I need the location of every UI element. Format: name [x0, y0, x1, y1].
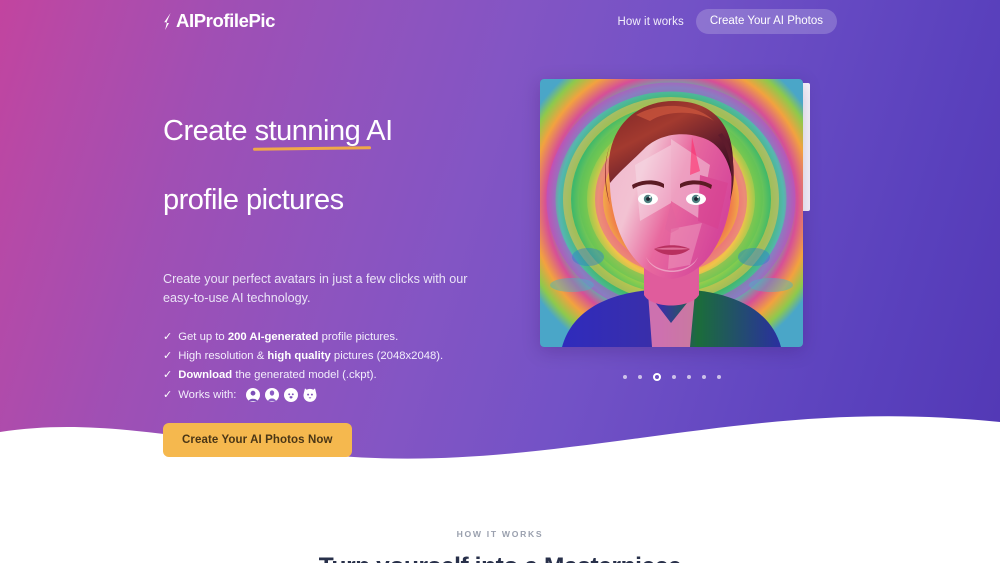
feature-text: Get up to 200 AI-generated profile pictu… — [178, 331, 399, 344]
check-icon: ✓ — [163, 349, 173, 362]
carousel-dot[interactable] — [637, 375, 642, 379]
slash-spark-icon — [163, 12, 173, 31]
cat-avatar-icon — [303, 388, 317, 403]
check-icon: ✓ — [163, 368, 173, 381]
feature-list: ✓ Get up to 200 AI-generated profile pic… — [163, 331, 508, 403]
carousel-slide-active[interactable] — [540, 79, 803, 347]
list-item: ✓ High resolution & high quality picture… — [163, 350, 508, 362]
woman-avatar-icon — [265, 388, 280, 403]
top-navigation: AIProfilePic How it works Create Your AI… — [0, 0, 1000, 42]
headline-line-1: Create stunning AI — [163, 114, 508, 148]
headline-prefix: Create — [163, 115, 255, 148]
hero-subtitle: Create your perfect avatars in just a fe… — [163, 272, 468, 305]
hero-section: AIProfilePic How it works Create Your AI… — [0, 0, 1000, 470]
site-logo-text: AIProfilePic — [176, 10, 276, 31]
ai-portrait-image — [540, 79, 803, 347]
section-title: Turn yourself into a Masterpiece — [0, 553, 1000, 563]
headline-line-2: profile pictures — [163, 183, 344, 216]
feature-text: Download the generated model (.ckpt). — [178, 369, 377, 382]
list-item: ✓ Download the generated model (.ckpt). — [163, 369, 508, 381]
headline-suffix: AI — [360, 115, 393, 148]
dog-avatar-icon — [284, 388, 299, 403]
check-icon: ✓ — [163, 388, 173, 401]
man-avatar-icon — [246, 388, 261, 403]
nav-link-how-it-works[interactable]: How it works — [617, 16, 683, 28]
carousel-dot[interactable] — [671, 375, 676, 379]
nav-create-photos-button[interactable]: Create Your AI Photos — [695, 9, 837, 34]
nav-actions: How it works Create Your AI Photos — [617, 9, 837, 34]
feature-text: Works with: — [178, 389, 237, 402]
page-title: Create stunning AI profile pictures — [163, 80, 508, 251]
check-icon: ✓ — [163, 330, 173, 343]
site-logo[interactable]: AIProfilePic — [163, 10, 275, 32]
carousel-dot-active[interactable] — [652, 373, 661, 381]
list-item: ✓ Get up to 200 AI-generated profile pic… — [163, 331, 508, 343]
landing-page: AIProfilePic How it works Create Your AI… — [0, 0, 1000, 563]
carousel-dot[interactable] — [701, 375, 706, 379]
hero-image-carousel[interactable] — [540, 79, 810, 347]
hero-copy: Create stunning AI profile pictures Crea… — [163, 80, 508, 470]
works-with-icon-group — [246, 388, 317, 403]
how-it-works-section: HOW IT WORKS Turn yourself into a Master… — [0, 470, 1000, 563]
section-eyebrow: HOW IT WORKS — [456, 529, 544, 539]
headline-highlight: stunning — [254, 115, 361, 148]
carousel-dot[interactable] — [622, 375, 627, 379]
hero-cta-button[interactable]: Create Your AI Photos Now — [163, 423, 352, 458]
list-item-works-with: ✓ Works with: — [163, 388, 508, 403]
carousel-dots[interactable] — [540, 373, 803, 381]
carousel-dot[interactable] — [716, 375, 721, 379]
feature-text: High resolution & high quality pictures … — [178, 350, 444, 363]
carousel-dot[interactable] — [686, 375, 691, 379]
